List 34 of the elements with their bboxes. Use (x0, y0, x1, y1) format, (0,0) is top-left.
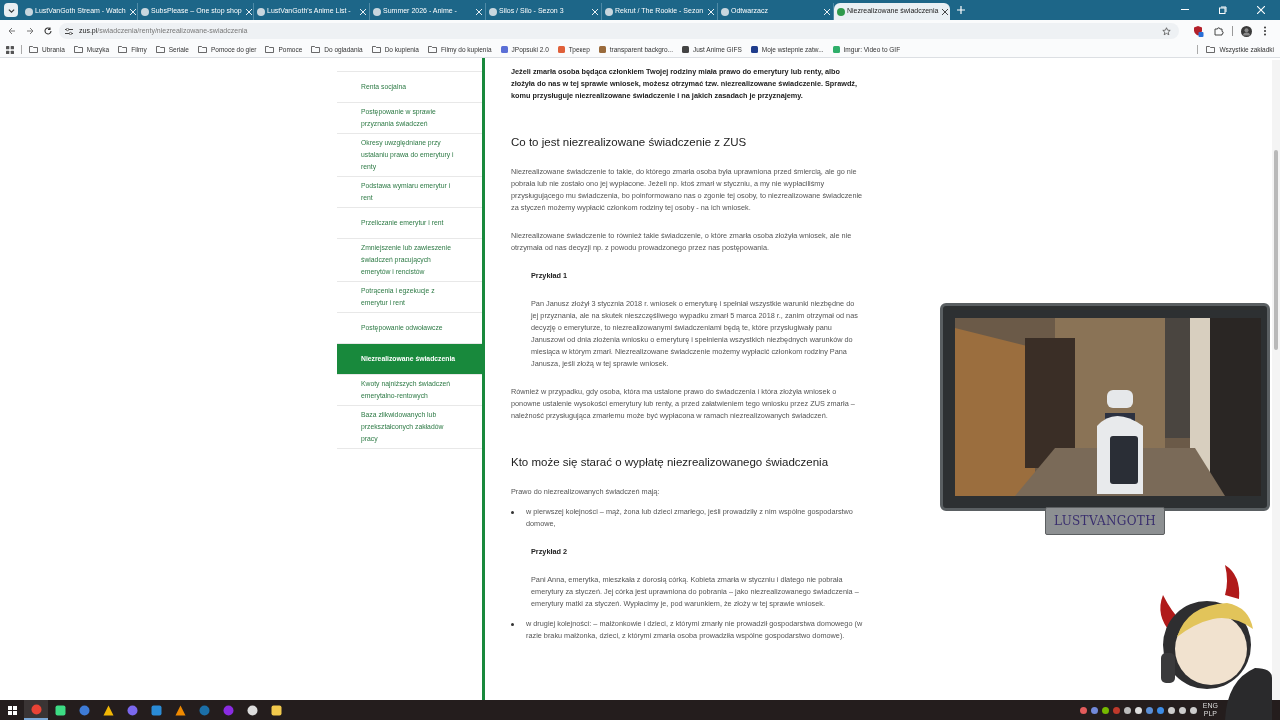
close-icon (1257, 6, 1265, 14)
favicon-icon (373, 7, 381, 16)
reload-icon (44, 27, 52, 35)
favicon-icon (141, 7, 149, 16)
forward-arrow-icon (26, 27, 34, 35)
favicon-icon (721, 7, 729, 16)
back-arrow-icon (8, 27, 16, 35)
menu-icon[interactable] (1263, 26, 1267, 36)
apps-grid-icon[interactable] (6, 45, 14, 54)
favicon-icon (489, 7, 497, 16)
favicon-icon (837, 7, 845, 16)
favicon-icon (25, 7, 33, 16)
shield-extension-icon[interactable] (1193, 25, 1204, 37)
minimize-icon (1181, 9, 1189, 11)
bullet-icon (511, 511, 514, 514)
section-heading: Co to jest niezrealizowane świadczenie z ZUS (511, 135, 748, 150)
site-info-icon (65, 27, 73, 35)
new-tab-button[interactable] (954, 3, 968, 17)
plus-icon (957, 6, 965, 14)
extensions-icon[interactable] (1214, 26, 1224, 36)
reload-button[interactable] (41, 24, 55, 38)
profile-avatar-icon[interactable] (1241, 25, 1252, 37)
nameplate: LUSTVANGOTH (1045, 507, 1165, 535)
start-icon[interactable] (6, 704, 18, 716)
section-heading: Kto może się starać o wypłatę niezrealizowanego świadczenia (511, 455, 830, 470)
bullet-icon (511, 623, 514, 626)
scrollbar-thumb[interactable] (1274, 150, 1278, 350)
tab-search-button[interactable] (4, 3, 18, 17)
restore-icon (1219, 6, 1227, 14)
chevron-down-icon (7, 6, 15, 14)
star-icon[interactable] (1162, 26, 1171, 36)
close-icon[interactable] (942, 8, 949, 15)
favicon-icon (605, 7, 613, 16)
favicon-icon (257, 7, 265, 16)
